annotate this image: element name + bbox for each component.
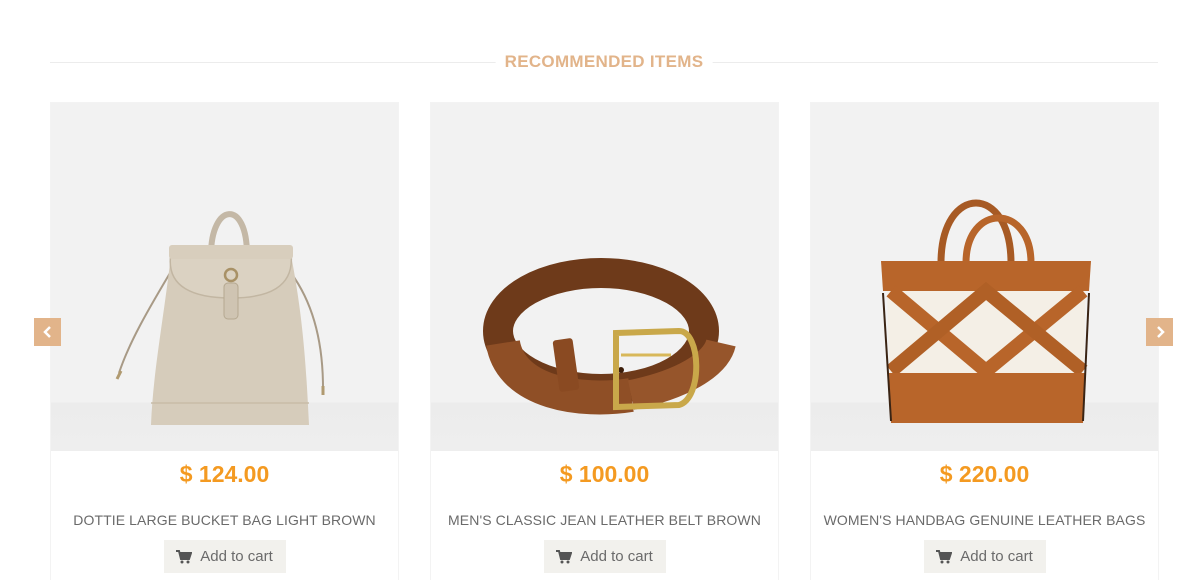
product-name[interactable]: MEN'S CLASSIC JEAN LEATHER BELT BROWN bbox=[431, 511, 778, 529]
woven-bag-image bbox=[881, 199, 1091, 423]
recommended-items-section: RECOMMENDED ITEMS $ 124.00 DOTTIE LARGE … bbox=[0, 0, 1199, 580]
product-card: $ 124.00 DOTTIE LARGE BUCKET BAG LIGHT B… bbox=[50, 102, 399, 580]
shopping-cart-icon bbox=[936, 549, 953, 563]
add-to-cart-button[interactable]: Add to cart bbox=[923, 540, 1046, 573]
section-header: RECOMMENDED ITEMS bbox=[50, 50, 1158, 74]
add-to-cart-label: Add to cart bbox=[960, 548, 1033, 565]
product-price: $ 100.00 bbox=[559, 461, 650, 487]
product-card: $ 100.00 MEN'S CLASSIC JEAN LEATHER BELT… bbox=[430, 102, 779, 580]
shopping-cart-icon bbox=[176, 549, 193, 563]
add-to-cart-button[interactable]: Add to cart bbox=[543, 540, 666, 573]
chevron-right-icon bbox=[1156, 326, 1165, 338]
add-to-cart-label: Add to cart bbox=[200, 548, 273, 565]
shopping-cart-icon bbox=[556, 549, 573, 563]
belt-image bbox=[483, 258, 736, 415]
carousel-prev-button[interactable] bbox=[34, 318, 61, 346]
carousel-next-button[interactable] bbox=[1146, 318, 1173, 346]
chevron-left-icon bbox=[42, 326, 51, 338]
section-title: RECOMMENDED ITEMS bbox=[495, 50, 713, 74]
product-name[interactable]: WOMEN'S HANDBAG GENUINE LEATHER BAGS bbox=[811, 511, 1158, 529]
product-image[interactable] bbox=[811, 103, 1158, 451]
add-to-cart-button[interactable]: Add to cart bbox=[163, 540, 286, 573]
product-price: $ 124.00 bbox=[179, 461, 270, 487]
product-image[interactable] bbox=[51, 103, 398, 451]
product-card: $ 220.00 WOMEN'S HANDBAG GENUINE LEATHER… bbox=[810, 102, 1159, 580]
product-name[interactable]: DOTTIE LARGE BUCKET BAG LIGHT BROWN bbox=[51, 511, 398, 529]
product-image[interactable] bbox=[431, 103, 778, 451]
product-price: $ 220.00 bbox=[939, 461, 1030, 487]
add-to-cart-label: Add to cart bbox=[580, 548, 653, 565]
backpack-image bbox=[115, 211, 325, 425]
